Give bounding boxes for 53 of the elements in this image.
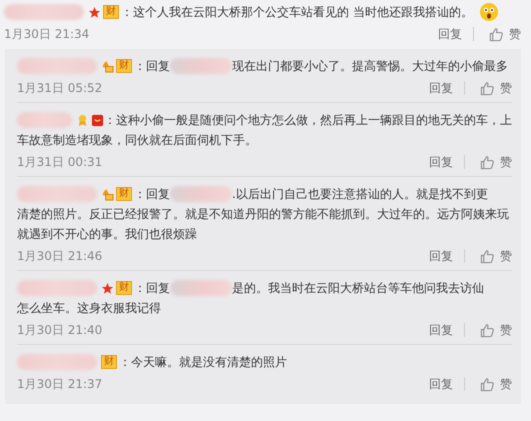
like-icon[interactable]	[480, 376, 495, 392]
blurred-mention	[170, 280, 232, 296]
star-icon	[101, 282, 114, 294]
badge-icon	[101, 188, 114, 200]
like-icon[interactable]	[480, 154, 495, 170]
timestamp: 1月30日 21:34	[4, 26, 90, 42]
reply-link[interactable]: 回复	[429, 154, 453, 170]
reply-link[interactable]: 回复	[429, 80, 453, 96]
badge: 财	[116, 281, 132, 295]
reply-link[interactable]: 回复	[429, 376, 453, 392]
timestamp: 1月30日 21:37	[17, 376, 102, 392]
reply-prefix: ：回复	[134, 186, 170, 203]
like-icon[interactable]	[480, 322, 495, 338]
surprised-emoji-icon	[478, 2, 499, 22]
star-icon	[88, 6, 101, 18]
reply-text: ：今天嘛。就是没有清楚的照片	[119, 354, 287, 371]
timestamp: 1月31日 00:31	[17, 154, 102, 170]
timestamp: 1月30日 21:46	[17, 248, 102, 264]
like-icon[interactable]	[480, 80, 495, 96]
envelope-icon	[91, 114, 104, 126]
reply-text: 就遇到不开心的事。我们也很烦躁	[17, 227, 197, 241]
like-link[interactable]: 赞	[509, 26, 521, 42]
like-link[interactable]: 赞	[500, 376, 512, 392]
blurred-mention	[170, 58, 232, 74]
reply-link[interactable]: 回复	[429, 322, 453, 338]
blurred-name	[17, 112, 72, 128]
reply-text: 清楚的照片。反正已经报警了。就是不知道丹阳的警方能不能抓到。大过年的。远方阿姨来玩	[17, 207, 509, 221]
reply-prefix: ：回复	[134, 58, 170, 75]
badge: 财	[116, 187, 132, 201]
reply-text: .以后出门自己也要注意搭讪的人。就是找不到更	[232, 186, 488, 203]
blurred-mention	[170, 186, 232, 202]
like-link[interactable]: 赞	[500, 322, 512, 338]
badge-icon	[101, 60, 114, 72]
timestamp: 1月30日 21:40	[17, 322, 102, 338]
badge: 财	[103, 5, 119, 19]
like-link[interactable]: 赞	[500, 248, 512, 264]
comment-text: ：这个人我在云阳大桥那个公交车站看见的 当时他还跟我搭讪的。	[121, 4, 473, 21]
timestamp: 1月31日 05:52	[17, 80, 102, 96]
reply-text: 是的。我当时在云阳大桥站台等车他问我去访仙	[232, 280, 484, 297]
like-icon[interactable]	[489, 26, 504, 42]
like-link[interactable]: 赞	[500, 154, 512, 170]
reply-text: ：这种小偷一般是随便问个地方怎么做，然后再上一辆跟目的地无关的车，上	[104, 112, 512, 129]
reply-prefix: ：回复	[134, 280, 170, 297]
badge: 财	[101, 355, 117, 369]
reply-text: 怎么坐车。这身衣服我记得	[17, 301, 161, 315]
badge: 财	[116, 59, 132, 73]
reply-link[interactable]: 回复	[429, 248, 453, 264]
like-icon[interactable]	[480, 248, 495, 264]
reply-text: 车故意制造堵现象，同伙就在后面伺机下手。	[17, 133, 257, 147]
reply-link[interactable]: 回复	[438, 26, 462, 42]
reply-text: 现在出门都要小心了。提高警惕。大过年的小偷最多	[232, 58, 508, 75]
like-link[interactable]: 赞	[500, 80, 512, 96]
medal-icon	[76, 114, 89, 126]
